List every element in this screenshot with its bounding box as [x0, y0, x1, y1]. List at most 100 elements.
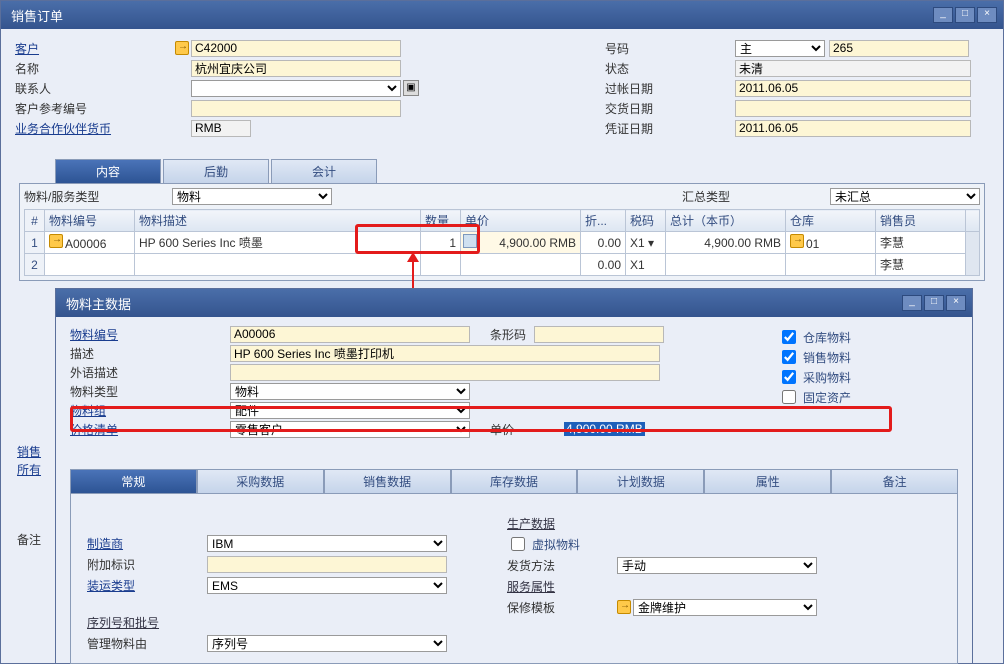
custref-label: 客户参考编号 [15, 100, 175, 117]
price-detail-icon[interactable] [463, 234, 477, 248]
col-disc[interactable]: 折... [581, 210, 626, 232]
itemgroup-select[interactable]: 配件 [230, 402, 470, 419]
tab-inventory[interactable]: 库存数据 [451, 469, 578, 493]
customer-name-field[interactable] [191, 60, 401, 77]
warranty-label: 保修模板 [507, 599, 617, 616]
itemno-field[interactable] [230, 326, 470, 343]
addid-label: 附加标识 [87, 556, 207, 573]
main-title-bar: 销售订单 _ □ × [1, 1, 1003, 29]
postdate-field[interactable] [735, 80, 971, 97]
tab-logistics[interactable]: 后勤 [163, 159, 269, 183]
manufacturer-label[interactable]: 制造商 [87, 535, 207, 552]
link-arrow-icon[interactable] [49, 234, 63, 248]
customer-ref-field[interactable] [191, 100, 401, 117]
bpcurr-label[interactable]: 业务合作伙伴货币 [15, 120, 175, 137]
col-itemdesc[interactable]: 物料描述 [135, 210, 421, 232]
owner-label[interactable]: 所有 [17, 461, 41, 478]
contact-lookup-button[interactable]: ▣ [403, 80, 419, 96]
itemgroup-label[interactable]: 物料组 [70, 402, 230, 419]
main-tabs: 内容 后勤 会计 [55, 159, 1003, 183]
col-wh[interactable]: 仓库 [786, 210, 876, 232]
deldate-label: 交货日期 [605, 100, 735, 117]
tab-accounting[interactable]: 会计 [271, 159, 377, 183]
status-label: 状态 [605, 60, 735, 77]
unit-price-cell[interactable]: 4,900.00 RMB [461, 232, 581, 254]
pricelist-label[interactable]: 价格清单 [70, 421, 230, 438]
table-row[interactable]: 1 A00006 HP 600 Series Inc 喷墨 1 4,900.00… [25, 232, 980, 254]
fdesc-field[interactable] [230, 364, 660, 381]
item-type-select[interactable]: 物料 [172, 188, 332, 205]
col-tax[interactable]: 税码 [626, 210, 666, 232]
items-table[interactable]: # 物料编号 物料描述 数量 单价 折... 税码 总计（本币） 仓库 销售员 … [24, 209, 980, 276]
shiptype-select[interactable]: EMS [207, 577, 447, 594]
inventory-item-checkbox[interactable] [782, 330, 796, 344]
warranty-select[interactable]: 金牌维护 [633, 599, 817, 616]
contact-label: 联系人 [15, 80, 175, 97]
sales-employee-label[interactable]: 销售 [17, 443, 41, 460]
maximize-button[interactable]: □ [924, 295, 944, 311]
grid-scrollbar[interactable] [966, 232, 980, 276]
general-tab-panel: 制造商IBM 附加标识 装运类型EMS 序列号和批号 管理物料由序列号 生产数据… [70, 493, 958, 664]
tab-general[interactable]: 常规 [70, 469, 197, 493]
addid-field[interactable] [207, 556, 447, 573]
item-type-label: 物料/服务类型 [24, 188, 164, 205]
link-arrow-icon[interactable] [175, 41, 189, 55]
col-qty[interactable]: 数量 [421, 210, 461, 232]
desc-field[interactable] [230, 345, 660, 362]
link-arrow-icon[interactable] [790, 234, 804, 248]
issue-method-label: 发货方法 [507, 557, 617, 574]
summary-type-select[interactable]: 未汇总 [830, 188, 980, 205]
col-no[interactable]: # [25, 210, 45, 232]
service-section: 服务属性 [507, 578, 555, 595]
postdate-label: 过帐日期 [605, 80, 735, 97]
shiptype-label[interactable]: 装运类型 [87, 577, 207, 594]
minimize-button[interactable]: _ [902, 295, 922, 311]
deldate-field[interactable] [735, 100, 971, 117]
col-sales[interactable]: 销售员 [876, 210, 966, 232]
issue-method-select[interactable]: 手动 [617, 557, 817, 574]
col-price[interactable]: 单价 [461, 210, 581, 232]
items-grid-panel: 物料/服务类型 物料 汇总类型 未汇总 # 物料编号 物料描述 数量 单价 折.… [19, 183, 985, 281]
item-master-tabs: 常规 采购数据 销售数据 库存数据 计划数据 属性 备注 [70, 469, 958, 493]
link-arrow-icon[interactable] [617, 600, 631, 614]
sales-item-checkbox[interactable] [782, 350, 796, 364]
customer-label[interactable]: 客户 [15, 40, 175, 57]
manufacturer-select[interactable]: IBM [207, 535, 447, 552]
tab-planning[interactable]: 计划数据 [577, 469, 704, 493]
name-label: 名称 [15, 60, 175, 77]
sub-window-title: 物料主数据 [62, 294, 902, 313]
docno-field[interactable] [829, 40, 969, 57]
tab-sales[interactable]: 销售数据 [324, 469, 451, 493]
manage-by-label: 管理物料由 [87, 635, 207, 652]
tab-remarks[interactable]: 备注 [831, 469, 958, 493]
unitprice-label: 单价 [490, 421, 514, 438]
table-row[interactable]: 2 0.00 X1 李慧 [25, 254, 980, 276]
tab-purchasing[interactable]: 采购数据 [197, 469, 324, 493]
item-master-data-window: 物料主数据 _ □ × 物料编号 条形码 描述 外语描述 [55, 288, 973, 664]
minimize-button[interactable]: _ [933, 7, 953, 23]
maximize-button[interactable]: □ [955, 7, 975, 23]
manage-by-select[interactable]: 序列号 [207, 635, 447, 652]
col-total[interactable]: 总计（本币） [666, 210, 786, 232]
fixed-asset-checkbox[interactable] [782, 390, 796, 404]
pricelist-select[interactable]: 零售客户 [230, 421, 470, 438]
itemno-label[interactable]: 物料编号 [70, 326, 230, 343]
itemtype-label: 物料类型 [70, 383, 230, 400]
customer-code-field[interactable] [191, 40, 401, 57]
contact-select[interactable] [191, 80, 401, 97]
serial-batch-section: 序列号和批号 [87, 614, 207, 631]
tab-properties[interactable]: 属性 [704, 469, 831, 493]
close-button[interactable]: × [977, 7, 997, 23]
col-itemcode[interactable]: 物料编号 [45, 210, 135, 232]
docdate-label: 凭证日期 [605, 120, 735, 137]
status-field [735, 60, 971, 77]
barcode-field[interactable] [534, 326, 664, 343]
close-button[interactable]: × [946, 295, 966, 311]
unitprice-value: 4,900.00 RMB [564, 422, 645, 436]
tab-contents[interactable]: 内容 [55, 159, 161, 183]
docdate-field[interactable] [735, 120, 971, 137]
docno-series-select[interactable]: 主 [735, 40, 825, 57]
itemtype-select[interactable]: 物料 [230, 383, 470, 400]
phantom-checkbox[interactable] [511, 537, 525, 551]
purchase-item-checkbox[interactable] [782, 370, 796, 384]
